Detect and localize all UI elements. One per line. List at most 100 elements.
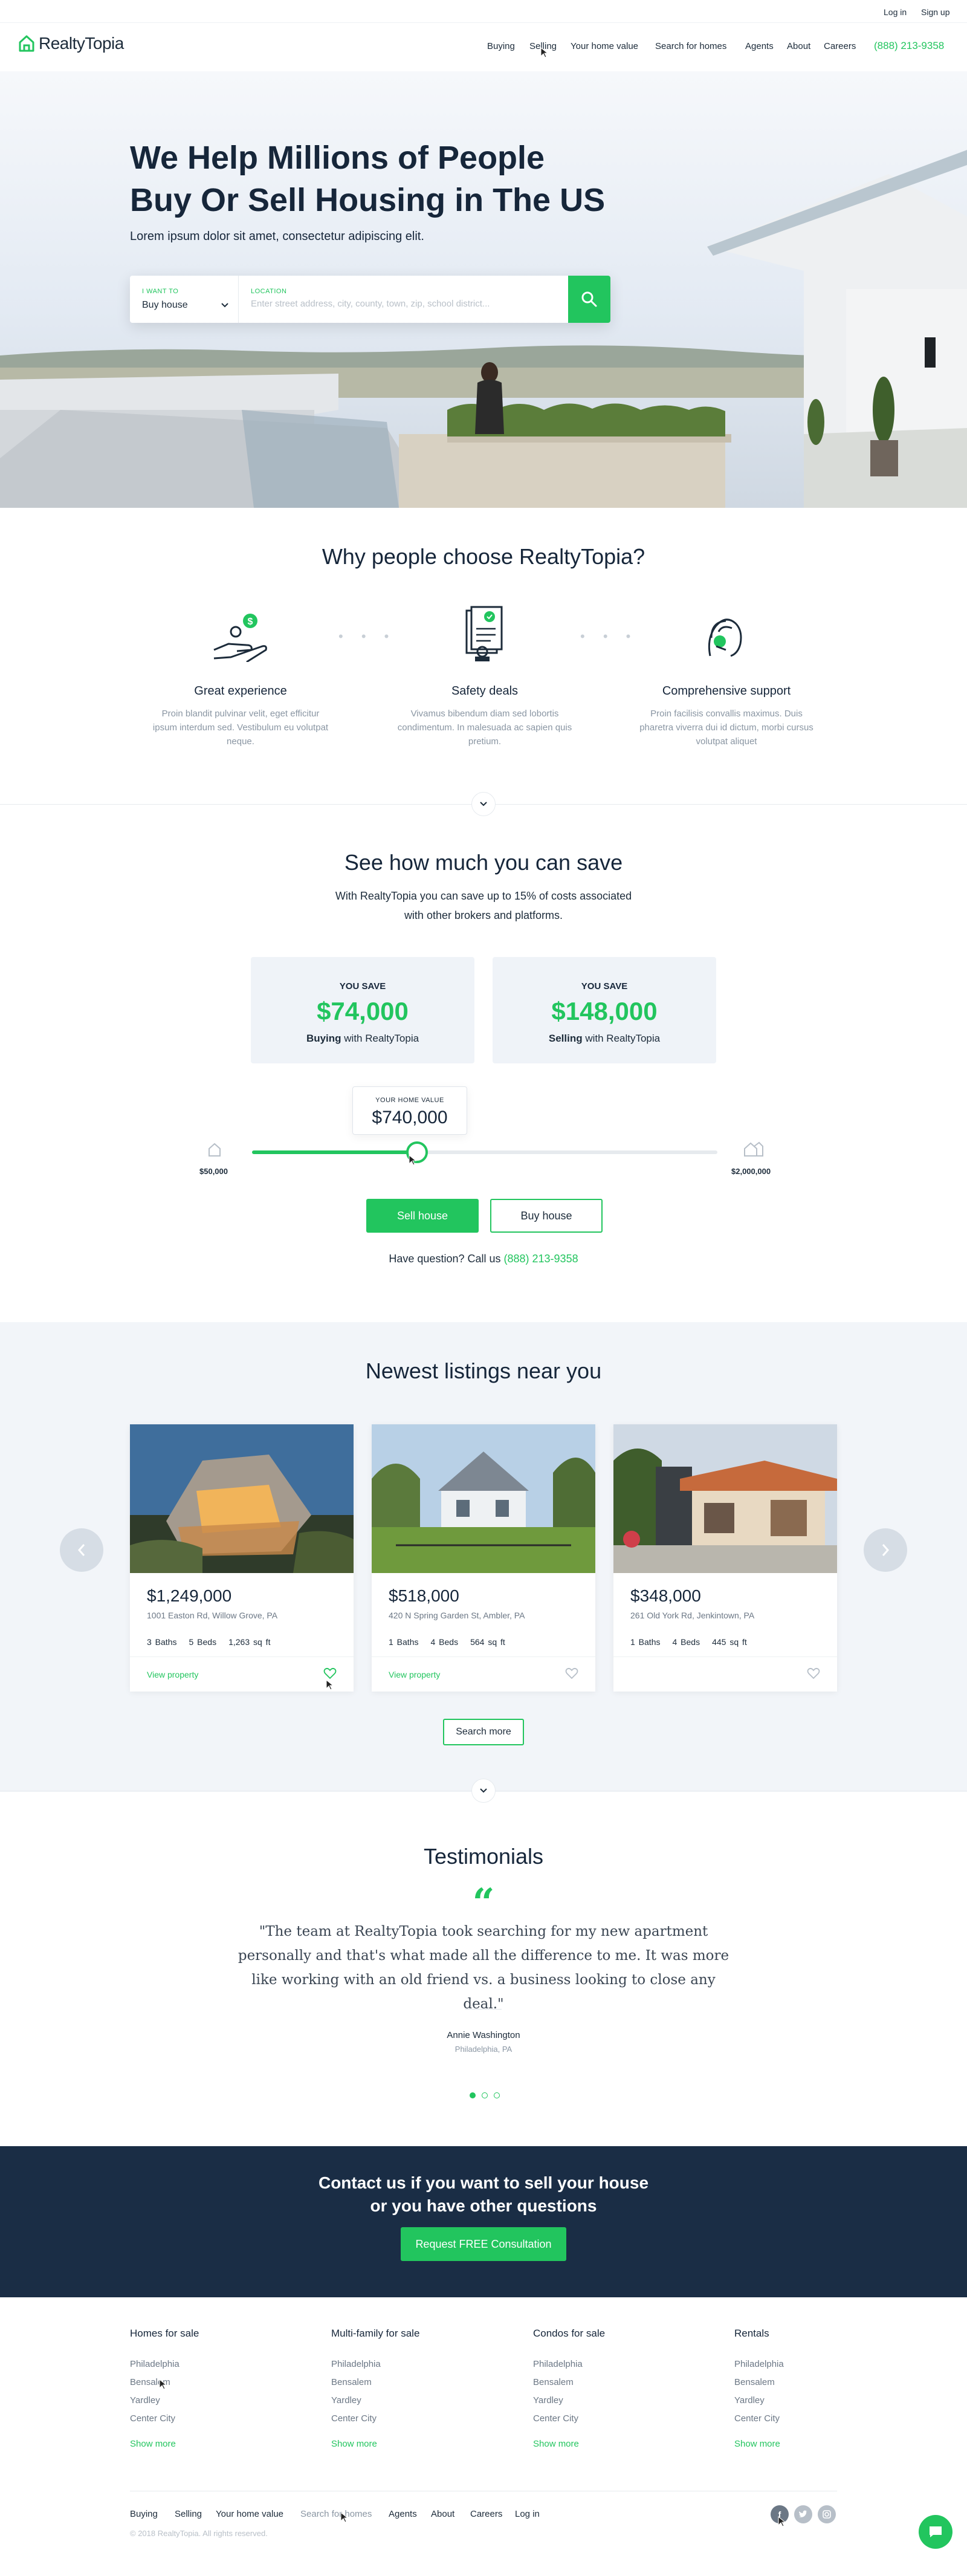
footer-link[interactable]: Center City xyxy=(130,2410,275,2428)
chat-widget-button[interactable] xyxy=(919,2515,952,2549)
footer-link[interactable]: Philadelphia xyxy=(734,2355,879,2373)
listing-specs: 3 Baths 5 Beds 1,263 sq ft xyxy=(147,1637,282,1647)
location-input[interactable] xyxy=(251,299,553,309)
listing-baths: 3 Baths xyxy=(147,1637,177,1647)
view-property-link[interactable]: View property xyxy=(147,1670,198,1679)
save-card-caption-bold: Selling xyxy=(548,1033,583,1044)
want-select[interactable]: I want to Buy house xyxy=(130,276,239,323)
footer-nav-agents[interactable]: Agents xyxy=(389,2509,417,2519)
contact-title-line2: or you have other questions xyxy=(370,2196,597,2215)
heart-icon[interactable] xyxy=(323,1667,337,1679)
mouse-cursor-icon xyxy=(409,1155,417,1166)
feature-separator-dots: • • • xyxy=(580,629,638,644)
footer-link[interactable]: Center City xyxy=(331,2410,476,2428)
footer-nav-about[interactable]: About xyxy=(431,2509,454,2519)
nav-about[interactable]: About xyxy=(787,41,810,51)
save-card-amount: $74,000 xyxy=(317,997,409,1025)
listing-photo[interactable] xyxy=(613,1424,837,1573)
chevron-down-icon xyxy=(221,303,228,308)
footer-nav-login[interactable]: Log in xyxy=(515,2509,540,2519)
feature-separator-dots: • • • xyxy=(338,629,396,644)
scroll-down-button[interactable] xyxy=(471,1779,496,1803)
save-subtitle-line1: With RealtyTopia you can save up to 15% … xyxy=(335,890,632,902)
footer-link[interactable]: Center City xyxy=(533,2410,678,2428)
safety-document-icon xyxy=(465,606,503,661)
contact-title-line1: Contact us if you want to sell your hous… xyxy=(318,2173,649,2192)
login-link[interactable]: Log in xyxy=(884,7,907,17)
footer-nav-selling[interactable]: Selling xyxy=(175,2509,202,2519)
carousel-prev-button[interactable] xyxy=(60,1528,103,1572)
footer-link[interactable]: Bensalem xyxy=(734,2373,879,2392)
contact-title: Contact us if you want to sell your hous… xyxy=(0,2172,967,2218)
footer-link[interactable]: Philadelphia xyxy=(533,2355,678,2373)
listing-sqft: 445 sq ft xyxy=(712,1637,747,1647)
view-property-link[interactable]: View property xyxy=(389,1670,440,1679)
question-text: Have question? Call us xyxy=(389,1253,504,1265)
testimonials-title: Testimonials xyxy=(423,1844,544,1869)
twitter-icon[interactable] xyxy=(794,2505,812,2523)
listing-photo[interactable] xyxy=(372,1424,595,1573)
search-button[interactable] xyxy=(568,276,610,323)
footer-link[interactable]: Bensalem xyxy=(533,2373,678,2392)
listing-beds: 4 Beds xyxy=(430,1637,459,1647)
testimonial-quote: "The team at RealtyTopia took searching … xyxy=(238,1924,729,2012)
nav-your-home-value[interactable]: Your home value xyxy=(571,41,638,51)
footer-link[interactable]: Yardley xyxy=(734,2392,879,2410)
listing-photo[interactable] xyxy=(130,1424,354,1573)
feature-title: Safety deals xyxy=(451,684,519,698)
footer-link[interactable]: Center City xyxy=(734,2410,879,2428)
listing-photo-image xyxy=(130,1424,354,1573)
footer-show-more-link[interactable]: Show more xyxy=(734,2439,879,2449)
footer-show-more-link[interactable]: Show more xyxy=(331,2439,476,2449)
sell-house-button[interactable]: Sell house xyxy=(366,1199,479,1233)
carousel-dot[interactable] xyxy=(482,2092,488,2098)
heart-icon[interactable] xyxy=(807,1667,820,1679)
search-more-button[interactable]: Search more xyxy=(443,1719,524,1745)
listing-card[interactable]: $518,000 420 N Spring Garden St, Ambler,… xyxy=(372,1424,595,1692)
listing-card[interactable]: $348,000 261 Old York Rd, Jenkintown, PA… xyxy=(613,1424,837,1692)
home-value-slider[interactable] xyxy=(252,1150,717,1154)
instagram-icon[interactable] xyxy=(818,2505,836,2523)
chevron-right-icon xyxy=(882,1544,890,1556)
footer-link[interactable]: Bensalem xyxy=(130,2373,275,2392)
footer-nav-your-home-value[interactable]: Your home value xyxy=(216,2509,283,2519)
footer-show-more-link[interactable]: Show more xyxy=(533,2439,678,2449)
home-value-label: Your home value xyxy=(375,1097,444,1104)
home-value-tooltip: Your home value $740,000 xyxy=(352,1086,467,1135)
footer-nav-careers[interactable]: Careers xyxy=(470,2509,502,2519)
footer-link[interactable]: Philadelphia xyxy=(130,2355,275,2373)
question-phone[interactable]: (888) 213-9358 xyxy=(504,1253,578,1265)
carousel-dot-active[interactable] xyxy=(470,2092,476,2098)
home-value-amount: $740,000 xyxy=(372,1108,448,1127)
nav-search-for-homes[interactable]: Search for homes xyxy=(655,41,726,51)
feature-safety-deals: Safety deals Vivamus bibendum diam sed l… xyxy=(394,684,575,748)
listing-address: 261 Old York Rd, Jenkintown, PA xyxy=(630,1611,755,1620)
footer-link[interactable]: Bensalem xyxy=(331,2373,476,2392)
footer-link[interactable]: Yardley xyxy=(533,2392,678,2410)
header-phone[interactable]: (888) 213-9358 xyxy=(874,40,944,52)
scroll-down-button[interactable] xyxy=(471,792,496,816)
footer-nav-search-for-homes[interactable]: Search for homes xyxy=(300,2509,372,2519)
feature-text: Vivamus bibendum diam sed lobortis condi… xyxy=(397,709,572,747)
feature-title: Comprehensive support xyxy=(662,684,791,698)
buy-house-button[interactable]: Buy house xyxy=(490,1199,603,1233)
footer-show-more-link[interactable]: Show more xyxy=(130,2439,275,2449)
nav-careers[interactable]: Careers xyxy=(824,41,856,51)
request-consultation-button[interactable]: Request FREE Consultation xyxy=(401,2227,566,2261)
footer-link[interactable]: Philadelphia xyxy=(331,2355,476,2373)
footer-link[interactable]: Yardley xyxy=(331,2392,476,2410)
listing-card[interactable]: $1,249,000 1001 Easton Rd, Willow Grove,… xyxy=(130,1424,354,1692)
heart-icon[interactable] xyxy=(565,1667,578,1679)
signup-link[interactable]: Sign up xyxy=(921,7,949,17)
footer-nav-buying[interactable]: Buying xyxy=(130,2509,158,2519)
chevron-down-icon xyxy=(480,1788,487,1793)
logo[interactable]: RealtyTopia xyxy=(18,34,124,53)
save-card-label: YOU SAVE xyxy=(581,981,628,991)
footer-link[interactable]: Yardley xyxy=(130,2392,275,2410)
nav-buying[interactable]: Buying xyxy=(487,41,515,51)
save-subtitle-line2: with other brokers and platforms. xyxy=(404,909,563,921)
carousel-dot[interactable] xyxy=(494,2092,500,2098)
nav-agents[interactable]: Agents xyxy=(745,41,774,51)
slider-fill xyxy=(252,1150,417,1154)
carousel-next-button[interactable] xyxy=(864,1528,907,1572)
